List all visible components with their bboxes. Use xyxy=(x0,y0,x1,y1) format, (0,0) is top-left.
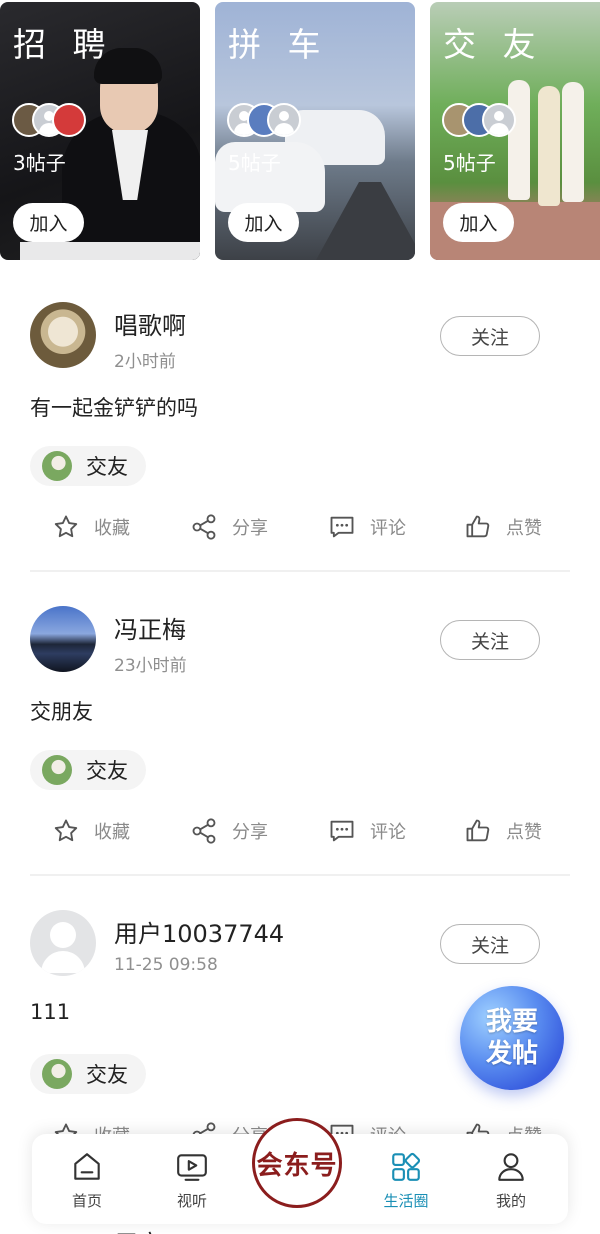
friends-tag-icon xyxy=(42,1059,72,1089)
like-label: 点赞 xyxy=(506,822,542,843)
comment-icon xyxy=(330,516,354,538)
divider xyxy=(30,874,570,876)
friends-tag-icon xyxy=(42,755,72,785)
category-title: 交 友 xyxy=(443,25,544,64)
avatar[interactable] xyxy=(30,302,96,368)
tab-media[interactable]: 视听 xyxy=(147,1134,237,1224)
tab-home[interactable]: 首页 xyxy=(42,1134,132,1224)
category-card-friends[interactable]: 交 友 5帖子 加入 xyxy=(430,2,600,260)
collect-button[interactable]: 收藏 xyxy=(52,512,130,542)
tab-media-label: 视听 xyxy=(176,1192,207,1210)
comment-button[interactable]: 评论 xyxy=(328,512,406,542)
member-avatar xyxy=(482,103,516,137)
like-button[interactable]: 点赞 xyxy=(464,816,542,846)
share-icon xyxy=(192,514,216,540)
share-button[interactable]: 分享 xyxy=(190,512,268,542)
tab-home-label: 首页 xyxy=(71,1192,102,1210)
thumbs-up-icon xyxy=(466,819,490,842)
like-button[interactable]: 点赞 xyxy=(464,512,542,542)
avatar[interactable] xyxy=(30,910,96,976)
post-time: 23小时前 xyxy=(114,656,187,676)
post-count: 5帖子 xyxy=(228,151,281,175)
post-count: 3帖子 xyxy=(13,151,66,175)
post-tag[interactable]: 交友 xyxy=(30,750,146,790)
post-content[interactable]: 有一起金铲铲的吗 xyxy=(30,392,198,422)
tab-life-circle[interactable]: 生活圈 xyxy=(361,1134,451,1224)
tag-label: 交友 xyxy=(86,455,128,479)
follow-button[interactable]: 关注 xyxy=(440,924,540,964)
join-button[interactable]: 加入 xyxy=(228,203,299,242)
post-content[interactable]: 交朋友 xyxy=(30,696,93,726)
member-avatar xyxy=(267,103,301,137)
like-label: 点赞 xyxy=(506,518,542,539)
create-post-button[interactable]: 我要 发帖 xyxy=(460,986,564,1090)
divider xyxy=(30,570,570,572)
star-icon xyxy=(54,515,78,538)
fab-line2: 发帖 xyxy=(485,1039,538,1069)
thumbs-up-icon xyxy=(466,515,490,538)
tag-label: 交友 xyxy=(86,1063,128,1087)
share-icon xyxy=(192,818,216,844)
comment-label: 评论 xyxy=(370,822,406,843)
category-cards: 招 聘 3帖子 加入 拼 车 5帖子 加入 交 友 5帖子 加入 xyxy=(0,0,600,262)
share-button[interactable]: 分享 xyxy=(190,816,268,846)
avatar[interactable] xyxy=(30,606,96,672)
post-content[interactable]: 111 xyxy=(30,1000,70,1024)
next-post-username: 用户10012623 xyxy=(114,1224,284,1234)
post-tag[interactable]: 交友 xyxy=(30,1054,146,1094)
app-logo: 会东号 xyxy=(256,1150,338,1181)
category-card-carpool[interactable]: 拼 车 5帖子 加入 xyxy=(215,2,415,260)
post-actions: 收藏 分享 评论 点赞 xyxy=(0,816,600,846)
comment-label: 评论 xyxy=(370,518,406,539)
category-title: 拼 车 xyxy=(228,25,329,64)
category-card-recruit[interactable]: 招 聘 3帖子 加入 xyxy=(0,2,200,260)
tab-life-circle-label: 生活圈 xyxy=(383,1192,429,1210)
post-username[interactable]: 唱歌啊 xyxy=(114,306,186,341)
tab-mine[interactable]: 我的 xyxy=(466,1134,556,1224)
friends-tag-icon xyxy=(42,451,72,481)
follow-button[interactable]: 关注 xyxy=(440,316,540,356)
member-avatar xyxy=(52,103,86,137)
user-profile-icon xyxy=(498,1153,524,1181)
share-label: 分享 xyxy=(232,518,268,539)
post-tag[interactable]: 交友 xyxy=(30,446,146,486)
fab-line1: 我要 xyxy=(485,1007,538,1037)
video-play-icon xyxy=(177,1154,207,1181)
tag-label: 交友 xyxy=(86,759,128,783)
home-icon xyxy=(74,1153,100,1180)
join-button[interactable]: 加入 xyxy=(443,203,514,242)
app-logo-button[interactable]: 会东号 xyxy=(252,1118,342,1208)
collect-label: 收藏 xyxy=(94,822,130,843)
collect-button[interactable]: 收藏 xyxy=(52,816,130,846)
post-actions: 收藏 分享 评论 点赞 xyxy=(0,512,600,542)
grid-apps-icon xyxy=(392,1152,421,1181)
post-time: 11-25 09:58 xyxy=(114,955,218,975)
collect-label: 收藏 xyxy=(94,518,130,539)
post-time: 2小时前 xyxy=(114,352,176,372)
comment-button[interactable]: 评论 xyxy=(328,816,406,846)
star-icon xyxy=(54,819,78,842)
post-count: 5帖子 xyxy=(443,151,496,175)
post-username[interactable]: 冯正梅 xyxy=(114,610,186,645)
share-label: 分享 xyxy=(232,822,268,843)
follow-button[interactable]: 关注 xyxy=(440,620,540,660)
post-username[interactable]: 用户10037744 xyxy=(114,914,284,949)
category-title: 招 聘 xyxy=(13,25,114,64)
tab-mine-label: 我的 xyxy=(495,1192,526,1210)
join-button[interactable]: 加入 xyxy=(13,203,84,242)
comment-icon xyxy=(330,820,354,842)
